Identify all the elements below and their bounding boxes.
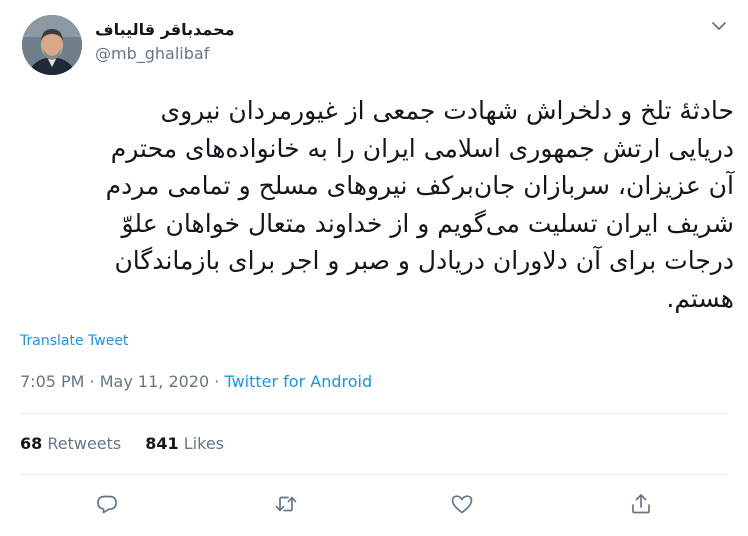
retweets-count: 68	[20, 434, 43, 453]
likes-count: 841	[145, 434, 179, 453]
tweet-source-link[interactable]: Twitter for Android	[224, 372, 372, 391]
more-options-button[interactable]	[707, 14, 731, 38]
tweet-text: حادثهٔ تلخ و دلخراش شهادت جمعی از غیورمر…	[105, 96, 734, 313]
retweet-button[interactable]	[273, 491, 299, 517]
chevron-down-icon	[712, 22, 726, 30]
retweets-stat[interactable]: 68 Retweets	[20, 434, 121, 453]
tweet-date[interactable]: May 11, 2020	[100, 372, 209, 391]
reply-button[interactable]	[94, 491, 120, 517]
tweet-time[interactable]: 7:05 PM	[20, 372, 84, 391]
share-icon	[632, 494, 650, 514]
share-button[interactable]	[628, 491, 654, 517]
likes-stat[interactable]: 841 Likes	[145, 434, 224, 453]
divider	[20, 474, 728, 475]
like-button[interactable]	[449, 491, 475, 517]
divider	[20, 413, 728, 414]
translate-tweet-link[interactable]: Translate Tweet	[20, 333, 128, 349]
author-display-name[interactable]: محمدباقر قالیباف	[95, 20, 235, 39]
tweet-metadata: 7:05 PM · May 11, 2020 · Twitter for And…	[20, 372, 372, 391]
heart-icon	[451, 495, 473, 514]
avatar[interactable]	[22, 15, 82, 75]
likes-label: Likes	[183, 434, 224, 453]
engagement-stats: 68 Retweets 841 Likes	[20, 434, 224, 453]
author-handle[interactable]: @mb_ghalibaf	[95, 44, 209, 63]
retweets-label: Retweets	[47, 434, 122, 453]
meta-separator: ·	[214, 372, 220, 391]
reply-icon	[97, 495, 117, 514]
avatar-image	[22, 15, 82, 75]
meta-separator: ·	[89, 372, 95, 391]
retweet-icon	[275, 496, 297, 512]
